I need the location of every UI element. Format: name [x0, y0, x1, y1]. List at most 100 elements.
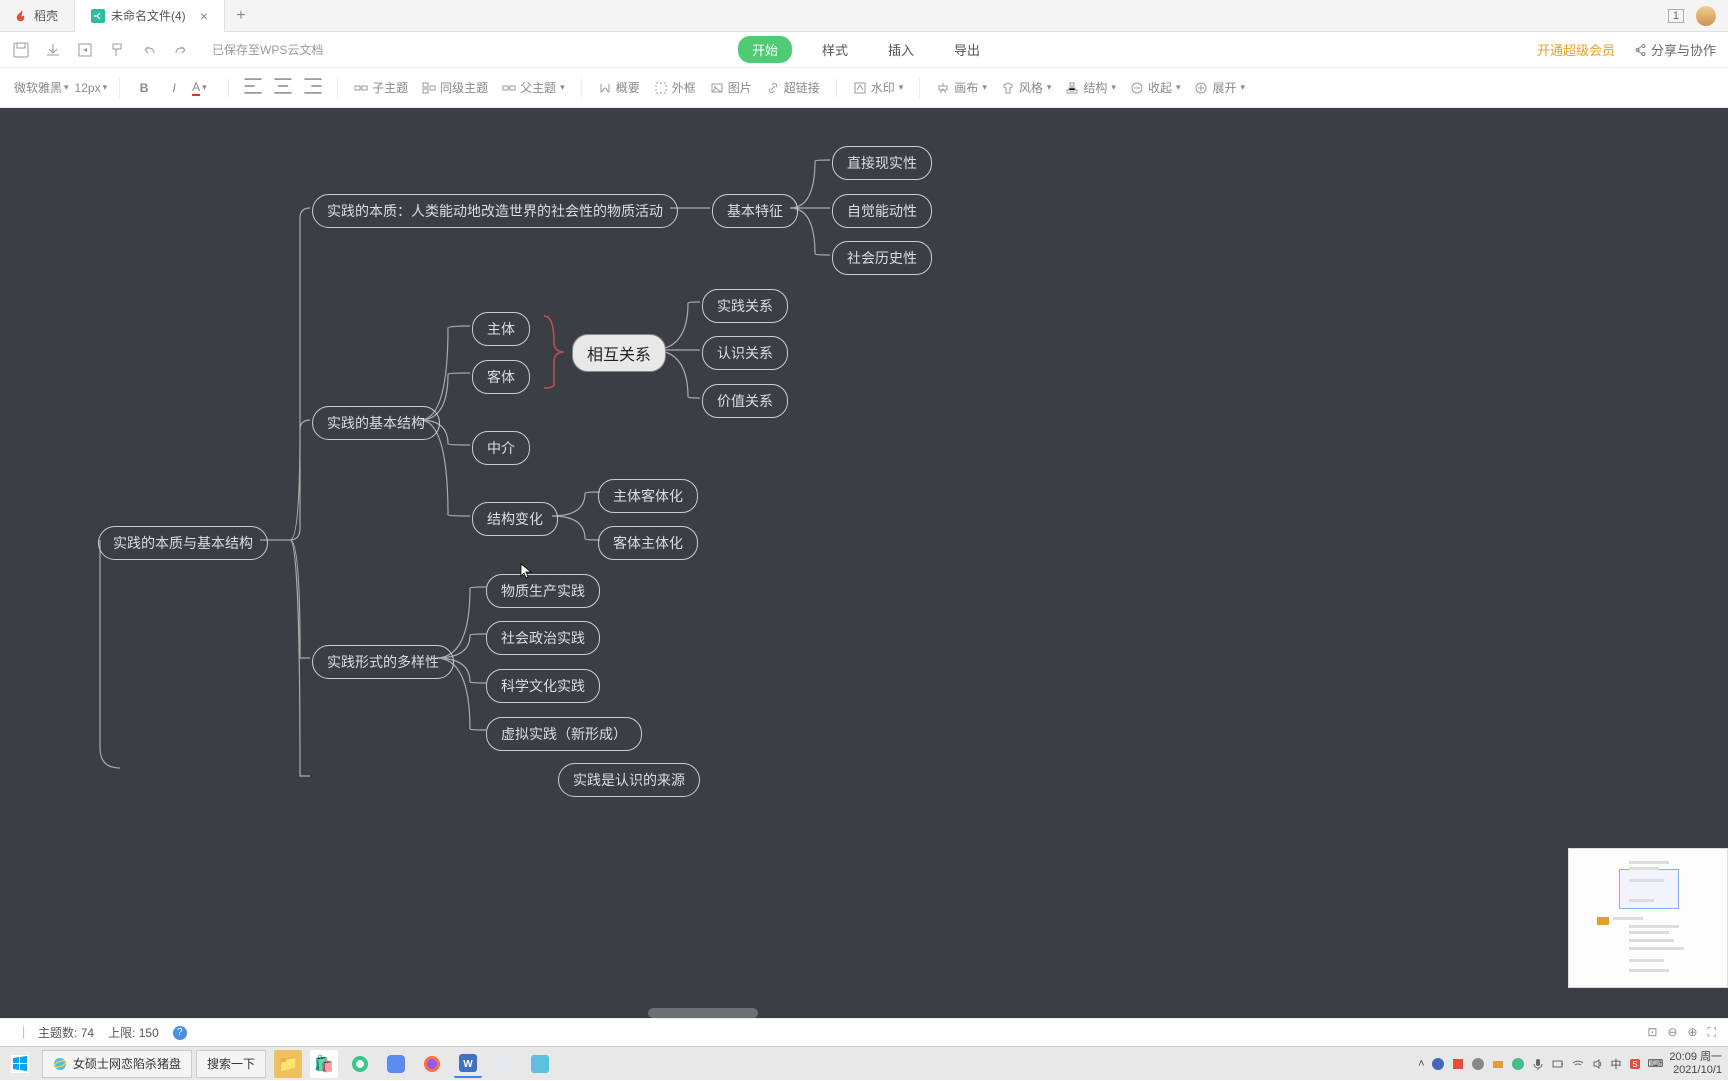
subtopic-button[interactable]: 子主题 [350, 79, 412, 96]
zoom-fit-icon[interactable]: ⊡ [1647, 1025, 1657, 1040]
tray-volume-icon[interactable] [1591, 1057, 1605, 1071]
fullscreen-icon[interactable]: ⛶ [1708, 1025, 1716, 1040]
avatar[interactable] [1696, 6, 1716, 26]
font-family-select[interactable]: 微软雅黑 ▾ [14, 79, 69, 96]
summary-button[interactable]: 概要 [594, 79, 644, 96]
node-relation-selected[interactable]: 相互关系 [572, 334, 666, 372]
tray-battery-icon[interactable] [1551, 1057, 1565, 1071]
download-icon[interactable] [44, 41, 62, 59]
minimap-viewport[interactable] [1619, 869, 1679, 909]
node-b1-c1[interactable]: 自觉能动性 [832, 194, 932, 228]
help-icon[interactable]: ? [173, 1026, 187, 1040]
align-left-icon[interactable] [241, 74, 265, 101]
tray-ime-icon[interactable]: S [1628, 1057, 1642, 1071]
export-icon[interactable] [76, 41, 94, 59]
parent-button[interactable]: 父主题 ▾ [498, 79, 569, 96]
node-rel-c1[interactable]: 认识关系 [702, 336, 788, 370]
tray-up-icon[interactable]: ˄ [1418, 1058, 1424, 1070]
taskbar-app3-icon[interactable] [526, 1050, 554, 1078]
bold-button[interactable]: B [132, 81, 156, 95]
node-b2[interactable]: 实践的基本结构 [312, 406, 440, 440]
node-b1[interactable]: 实践的本质：人类能动地改造世界的社会性的物质活动 [312, 194, 678, 228]
structure-button[interactable]: 结构 ▾ [1061, 79, 1120, 96]
taskbar-app2-icon[interactable] [490, 1050, 518, 1078]
image-button[interactable]: 图片 [706, 79, 756, 96]
align-right-icon[interactable] [301, 74, 325, 101]
undo-icon[interactable] [140, 41, 158, 59]
vip-link[interactable]: 开通超级会员 [1537, 40, 1615, 59]
node-b4[interactable]: 实践是认识的来源 [558, 763, 700, 797]
taskbar-explorer-icon[interactable]: 📁 [274, 1050, 302, 1078]
tab-document[interactable]: 未命名文件(4) × [75, 0, 225, 32]
node-b3-c1[interactable]: 社会政治实践 [486, 621, 600, 655]
tray-mic-icon[interactable] [1531, 1057, 1545, 1071]
tray-keyboard-icon[interactable]: ⌨ [1648, 1057, 1664, 1070]
minimap[interactable] [1568, 848, 1728, 988]
node-b1-c2[interactable]: 社会历史性 [832, 241, 932, 275]
close-icon[interactable]: × [200, 8, 208, 24]
hyperlink-button[interactable]: 超链接 [762, 79, 824, 96]
taskbar-edge-icon[interactable] [346, 1050, 374, 1078]
expand-button[interactable]: 展开 ▾ [1190, 79, 1249, 96]
taskbar-clock[interactable]: 20:09 周一 2021/10/1 [1669, 1051, 1722, 1075]
tray-icon-2[interactable] [1451, 1057, 1465, 1071]
node-root[interactable]: 实践的本质与基本结构 [98, 526, 268, 560]
node-b2-c0[interactable]: 主体 [472, 312, 530, 346]
taskbar-search[interactable]: 搜索一下 [196, 1050, 266, 1078]
mindmap-canvas[interactable]: 实践的本质与基本结构 实践的本质：人类能动地改造世界的社会性的物质活动 基本特征… [0, 108, 1728, 1018]
menu-export[interactable]: 导出 [944, 36, 990, 63]
node-sc-c1[interactable]: 客体主体化 [598, 526, 698, 560]
taskbar-app1-icon[interactable] [382, 1050, 410, 1078]
node-rel-c2[interactable]: 价值关系 [702, 384, 788, 418]
menu-start[interactable]: 开始 [738, 36, 792, 63]
skin-button[interactable]: 风格 ▾ [997, 79, 1056, 96]
node-b3-c0[interactable]: 物质生产实践 [486, 574, 600, 608]
node-b3-c2[interactable]: 科学文化实践 [486, 669, 600, 703]
node-b3[interactable]: 实践形式的多样性 [312, 645, 454, 679]
share-button[interactable]: 分享与协作 [1633, 40, 1716, 59]
tray-wifi-icon[interactable] [1571, 1057, 1585, 1071]
tab-home[interactable]: 稻壳 [0, 0, 75, 32]
redo-icon[interactable] [172, 41, 190, 59]
format-painter-icon[interactable] [108, 41, 126, 59]
taskbar-window-ie[interactable]: 女硕士网恋陷杀猪盘 [42, 1050, 192, 1078]
save-icon[interactable] [12, 41, 30, 59]
menu-insert[interactable]: 插入 [878, 36, 924, 63]
window-count-badge[interactable]: 1 [1668, 9, 1684, 23]
tray-icon-1[interactable] [1431, 1057, 1445, 1071]
zoom-out-icon[interactable]: ⊖ [1667, 1025, 1677, 1040]
node-rel-c0[interactable]: 实践关系 [702, 289, 788, 323]
font-color-button[interactable]: A ▾ [192, 80, 216, 96]
taskbar-store-icon[interactable]: 🛍️ [310, 1050, 338, 1078]
tray-icon-5[interactable] [1511, 1057, 1525, 1071]
image-icon [710, 81, 724, 95]
start-button[interactable] [0, 1047, 40, 1081]
node-b2-c2[interactable]: 中介 [472, 431, 530, 465]
node-b2-c1[interactable]: 客体 [472, 360, 530, 394]
boundary-button[interactable]: 外框 [650, 79, 700, 96]
font-size-select[interactable]: 12px ▾ [75, 81, 108, 95]
node-sc-c0[interactable]: 主体客体化 [598, 479, 698, 513]
tray-ime[interactable]: 中 [1611, 1056, 1622, 1072]
taskbar-firefox-icon[interactable] [418, 1050, 446, 1078]
node-b3-c3[interactable]: 虚拟实践（新形成） [486, 717, 642, 751]
new-tab-button[interactable]: + [225, 7, 257, 25]
node-b1-c0[interactable]: 直接现实性 [832, 146, 932, 180]
tray-icon-3[interactable] [1471, 1057, 1485, 1071]
taskbar-wps-icon[interactable]: W [454, 1050, 482, 1078]
sibling-icon [422, 81, 436, 95]
menu-style[interactable]: 样式 [812, 36, 858, 63]
italic-button[interactable]: I [162, 81, 186, 95]
node-b2-c3[interactable]: 结构变化 [472, 502, 558, 536]
zoom-in-icon[interactable]: ⊕ [1688, 1025, 1698, 1040]
watermark-button[interactable]: 水印 ▾ [849, 79, 908, 96]
skin-icon [1001, 81, 1015, 95]
horizontal-scrollbar[interactable] [648, 1008, 758, 1018]
tray-icon-4[interactable] [1491, 1057, 1505, 1071]
canvas-button[interactable]: 画布 ▾ [932, 79, 991, 96]
align-center-icon[interactable] [271, 74, 295, 101]
node-b1-feat[interactable]: 基本特征 [712, 194, 798, 228]
sibling-button[interactable]: 同级主题 [418, 79, 492, 96]
collapse-button[interactable]: 收起 ▾ [1126, 79, 1185, 96]
tab-document-label: 未命名文件(4) [111, 7, 186, 24]
